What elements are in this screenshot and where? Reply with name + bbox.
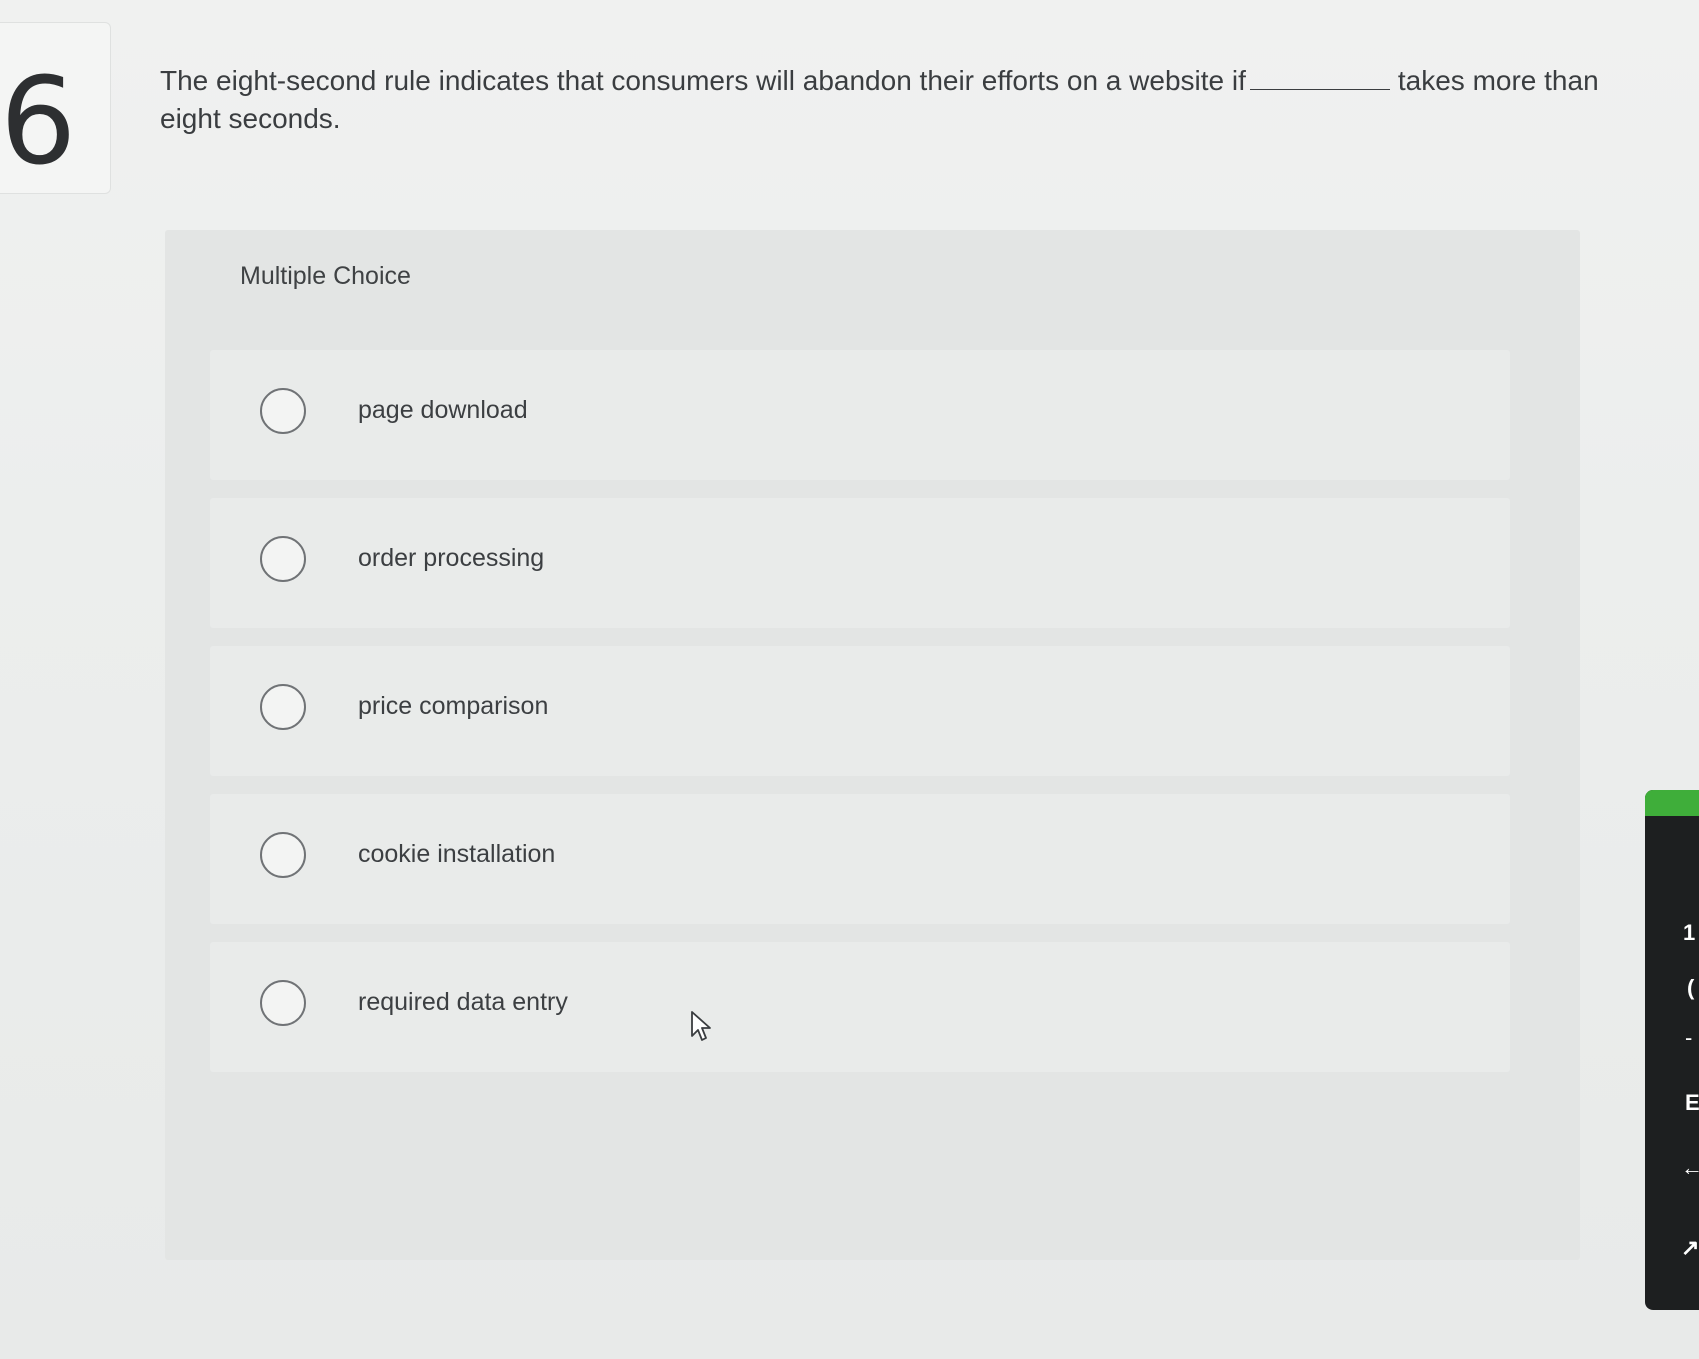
option-label: order processing [358, 544, 545, 572]
option-label: page download [358, 396, 528, 424]
option-order-processing[interactable]: order processing [210, 498, 1510, 628]
radio-button[interactable] [260, 388, 306, 434]
answer-blank [1249, 63, 1390, 90]
prompt-text-before: The eight-second rule indicates that con… [160, 65, 1246, 96]
quiz-page: 6 The eight-second rule indicates that c… [0, 0, 1699, 1359]
radio-button[interactable] [260, 684, 306, 730]
side-toolbar-text: - [1685, 1025, 1693, 1050]
option-label: required data entry [358, 988, 568, 1016]
side-toolbar-text: E [1685, 1090, 1699, 1115]
option-page-download[interactable]: page download [210, 350, 1510, 480]
mouse-cursor-icon [691, 1011, 711, 1041]
question-prompt: The eight-second rule indicates that con… [160, 62, 1600, 138]
question-number: 6 [0, 53, 77, 192]
question-number-box: 6 [0, 22, 111, 194]
back-arrow-icon[interactable]: ← [1681, 1155, 1699, 1181]
option-label: cookie installation [358, 840, 556, 868]
side-toolbar-text: 1 [1683, 920, 1696, 945]
option-label: price comparison [358, 692, 549, 720]
side-toolbar-accent [1645, 790, 1699, 816]
option-cookie-installation[interactable]: cookie installation [210, 794, 1510, 924]
side-toolbar[interactable]: 1 ( - E ← ↗ [1645, 790, 1699, 1310]
expand-arrow-icon[interactable]: ↗ [1681, 1235, 1699, 1261]
radio-button[interactable] [260, 832, 306, 878]
option-required-data-entry[interactable]: required data entry [210, 942, 1510, 1072]
multiple-choice-label: Multiple Choice [240, 262, 411, 290]
radio-button[interactable] [260, 980, 306, 1026]
radio-button[interactable] [260, 536, 306, 582]
side-toolbar-text: ( [1687, 975, 1695, 1000]
multiple-choice-panel: Multiple Choice page download order proc… [165, 230, 1580, 1260]
option-price-comparison[interactable]: price comparison [210, 646, 1510, 776]
